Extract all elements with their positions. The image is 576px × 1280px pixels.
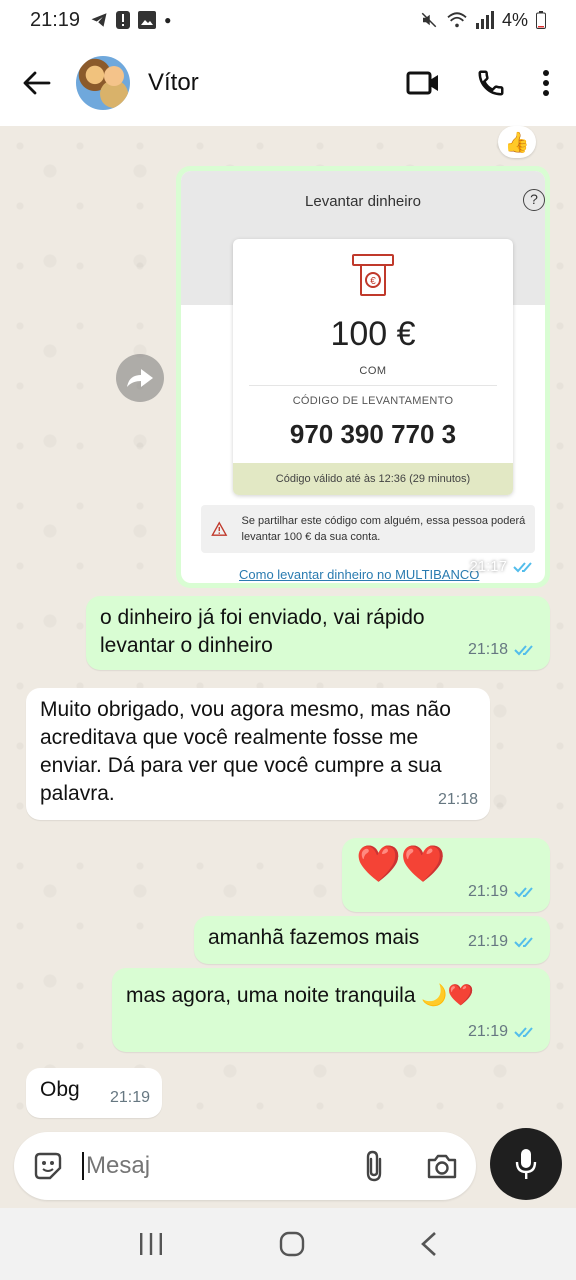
image-message-meta: 21:17 [469, 558, 537, 575]
sticker-icon[interactable] [32, 1150, 64, 1182]
message-meta: 21:19 [468, 1018, 538, 1046]
withdrawal-amount: 100 € [330, 315, 416, 353]
read-ticks-icon [514, 645, 533, 656]
camera-icon[interactable] [426, 1152, 458, 1180]
battery-percent: 4% [501, 9, 528, 30]
message-composer [14, 1132, 476, 1200]
message-text: amanhã fazemos mais [208, 926, 420, 949]
code-label: CÓDIGO DE LEVANTAMENTO [292, 395, 454, 407]
arrow-left-icon [23, 71, 51, 95]
read-ticks-icon [514, 937, 533, 948]
contact-name[interactable]: Vítor [148, 69, 199, 97]
warning-text: Se partilhar este código com alguém, ess… [241, 515, 526, 543]
message-text: o dinheiro já foi enviado, vai rápido le… [100, 606, 425, 657]
read-ticks-icon [514, 887, 533, 898]
recent-apps-icon[interactable] [137, 1231, 165, 1257]
svg-text:€: € [370, 276, 376, 287]
message-meta: 21:19 [468, 878, 538, 906]
home-icon[interactable] [279, 1231, 305, 1257]
message-outgoing[interactable]: ❤️❤️ 21:19 [342, 838, 550, 912]
message-text: Muito obrigado, vou agora mesmo, mas não… [40, 698, 451, 805]
back-button[interactable] [14, 60, 60, 106]
status-system-icons: 4% [420, 10, 546, 31]
gallery-icon [138, 11, 157, 29]
signal-icon [475, 11, 494, 29]
message-outgoing[interactable]: o dinheiro já foi enviado, vai rápido le… [86, 596, 550, 670]
forward-button[interactable] [116, 354, 164, 402]
message-text: mas agora, uma noite tranquila 🌙❤️ [126, 984, 474, 1007]
screenshot-title: Levantar dinheiro [305, 193, 421, 210]
message-input[interactable] [82, 1152, 282, 1180]
voice-message-button[interactable] [490, 1128, 562, 1200]
more-options-icon[interactable] [542, 69, 550, 97]
warning-icon [211, 521, 228, 536]
message-meta: 21:18 [468, 636, 538, 664]
status-notification-icons: ● [90, 11, 171, 29]
message-incoming[interactable]: Obg 21:19 [26, 1068, 162, 1118]
message-meta: 21:19 [468, 928, 538, 956]
message-text: Obg [40, 1078, 80, 1101]
system-nav-bar [0, 1208, 576, 1280]
more-notifications-dot: ● [164, 13, 172, 27]
microphone-icon [515, 1149, 537, 1179]
message-time: 21:18 [467, 641, 508, 658]
message-outgoing[interactable]: amanhã fazemos mais 21:19 [194, 916, 550, 964]
message-outgoing[interactable]: mas agora, uma noite tranquila 🌙❤️ 21:19 [112, 968, 550, 1052]
withdrawal-screenshot[interactable]: Levantar dinheiro ? € 100 € COM CÓDIGO D… [181, 171, 545, 583]
message-meta: 21:18 [438, 786, 478, 814]
message-meta: 21:19 [110, 1084, 150, 1112]
warning-box: Se partilhar este código com alguém, ess… [201, 505, 535, 553]
message-time: 21:19 [467, 1023, 508, 1040]
mute-icon [421, 12, 437, 28]
read-ticks-icon [513, 561, 532, 572]
validity-notice: Código válido até às 12:36 (29 minutos) [233, 463, 513, 495]
status-bar: 21:19 ● 4% [0, 0, 576, 40]
back-nav-icon[interactable] [419, 1231, 439, 1257]
help-icon: ? [523, 189, 545, 211]
provider-label: COM [359, 365, 387, 377]
battery-icon [536, 11, 546, 29]
thumbs-up-icon: 👍 [504, 131, 530, 154]
video-call-icon[interactable] [406, 70, 440, 96]
forward-icon [127, 369, 153, 387]
image-message[interactable]: Levantar dinheiro ? € 100 € COM CÓDIGO D… [176, 166, 550, 588]
message-time: 21:17 [469, 558, 507, 575]
atm-icon: € [352, 254, 394, 296]
phone-icon[interactable] [476, 68, 506, 98]
message-time: 21:18 [437, 791, 478, 808]
reaction-badge[interactable]: 👍 [498, 126, 536, 158]
chat-header: Vítor [0, 40, 576, 126]
card-divider [249, 385, 497, 386]
withdrawal-card: € 100 € COM CÓDIGO DE LEVANTAMENTO 970 3… [233, 239, 513, 495]
help-link[interactable]: Como levantar dinheiro no MULTIBANCO [239, 567, 479, 582]
status-time: 21:19 [30, 8, 81, 31]
message-time: 21:19 [467, 883, 508, 900]
alert-icon [116, 11, 131, 29]
message-time: 21:19 [467, 933, 508, 950]
attachment-icon[interactable] [362, 1149, 386, 1183]
wifi-icon [447, 12, 467, 28]
withdrawal-code: 970 390 770 3 [289, 419, 457, 449]
avatar[interactable] [76, 56, 130, 110]
heart-emojis: ❤️❤️ [356, 843, 446, 884]
read-ticks-icon [514, 1027, 533, 1038]
message-time: 21:19 [109, 1089, 150, 1106]
telegram-icon [91, 13, 107, 27]
message-incoming[interactable]: Muito obrigado, vou agora mesmo, mas não… [26, 688, 490, 820]
